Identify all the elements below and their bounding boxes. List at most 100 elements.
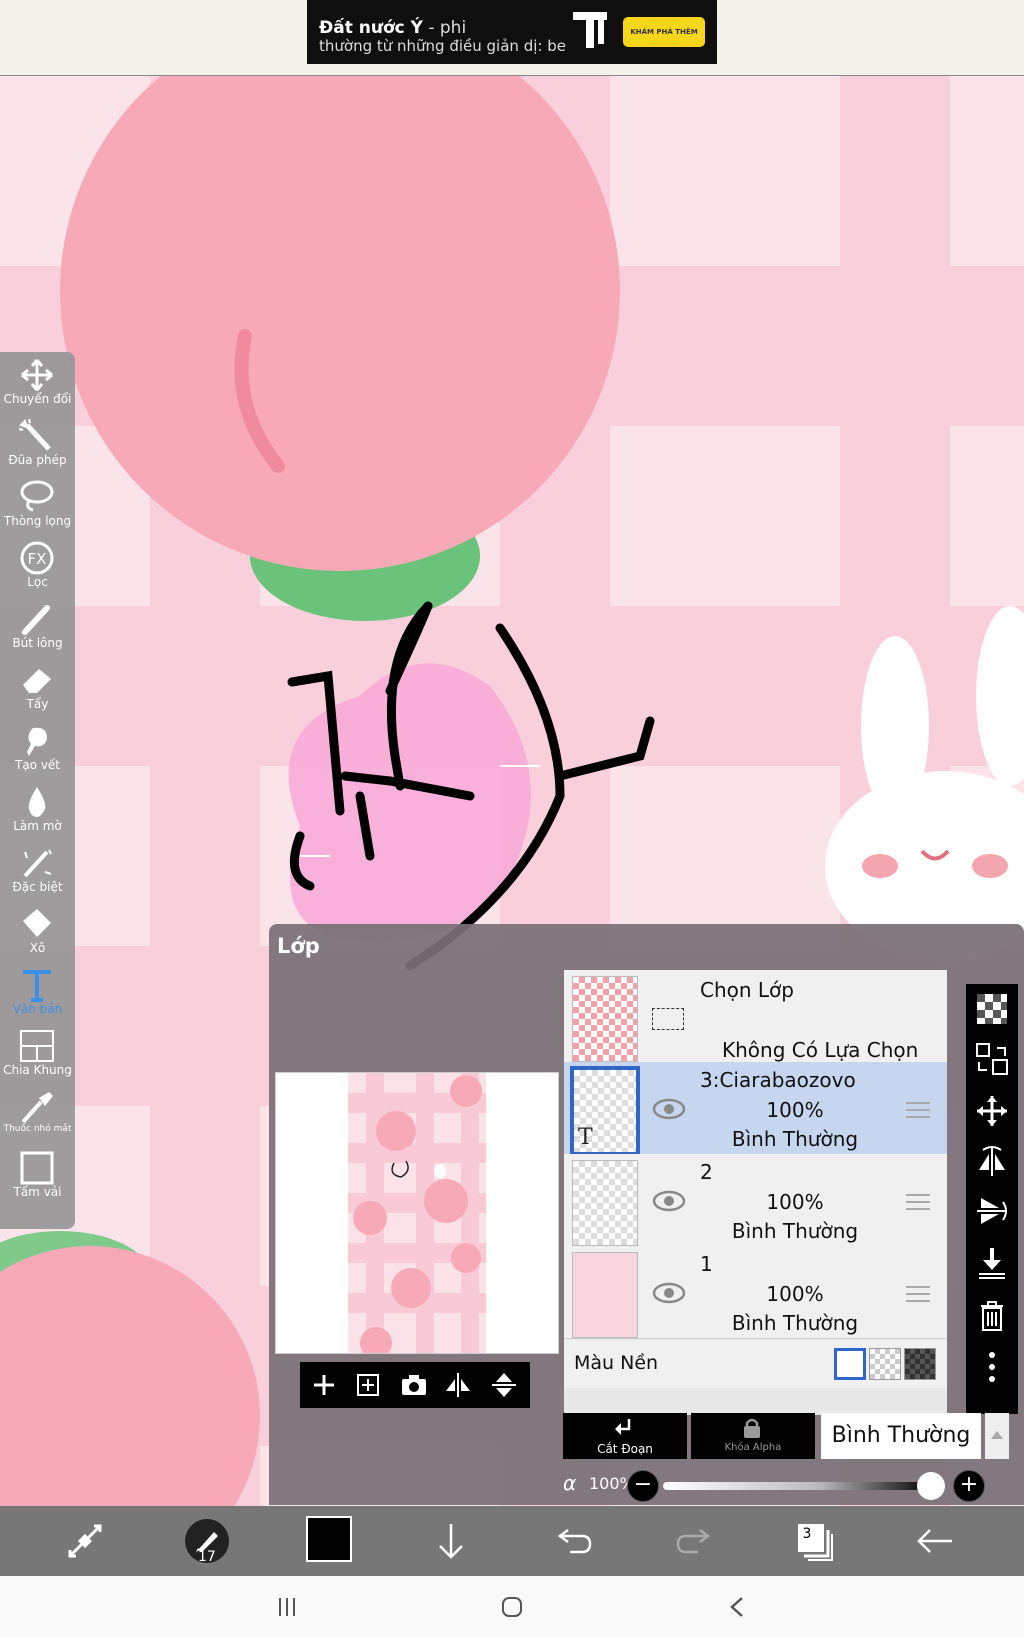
home-icon[interactable] <box>497 1592 527 1622</box>
layer-row-3[interactable]: T 3:Ciarabaozovo 100% Bình Thường <box>564 1062 947 1156</box>
tool-brush[interactable]: Bút lông <box>0 596 75 657</box>
layer-thumbnail <box>572 1160 638 1246</box>
blend-mode-select[interactable]: Bình Thường <box>821 1413 981 1459</box>
flip-layer-horizontal-button[interactable] <box>975 1144 1009 1178</box>
delete-layer-button[interactable] <box>975 1298 1009 1332</box>
drag-handle-icon[interactable] <box>906 1286 930 1302</box>
tool-label: Làm mờ <box>13 819 62 833</box>
layer-opacity: 100% <box>766 1282 824 1306</box>
ad-banner[interactable]: Đất nước Ý - phi thường từ những điều gi… <box>307 0 717 64</box>
tool-label: Đũa phép <box>8 453 67 467</box>
tool-text[interactable]: Văn bản <box>0 962 75 1023</box>
alpha-lock-button[interactable]: Khóa Alpha <box>691 1413 815 1459</box>
bottom-toolbar <box>0 1506 1024 1576</box>
alpha-symbol: α <box>563 1471 577 1495</box>
blur-drop-icon <box>28 787 46 817</box>
frame-divider-icon <box>20 1030 54 1062</box>
text-tool-icon <box>23 970 51 1002</box>
duplicate-layer-button[interactable] <box>352 1369 384 1401</box>
tool-label: Tấm vải <box>13 1185 62 1199</box>
background-transparent-swatch[interactable] <box>869 1348 901 1380</box>
tool-filter[interactable]: FX Lọc <box>0 535 75 596</box>
swap-layer-button[interactable] <box>975 1042 1009 1076</box>
smudge-icon <box>27 727 47 756</box>
move-layer-button[interactable] <box>975 1094 1009 1128</box>
tool-label: Chuyển đổi <box>3 392 72 406</box>
arrow-left-icon <box>917 1529 952 1553</box>
magic-wand-icon <box>19 419 51 451</box>
select-layer-label: Chọn Lớp <box>700 978 794 1002</box>
more-options-button[interactable] <box>975 1350 1009 1384</box>
tool-blur[interactable]: Làm mờ <box>0 779 75 840</box>
tool-label: Tạo vết <box>14 758 61 772</box>
color-swatch[interactable] <box>306 1516 352 1562</box>
background-dark-swatch[interactable] <box>904 1348 936 1380</box>
camera-button[interactable] <box>398 1369 430 1401</box>
tool-frame-divider[interactable]: Chia Khung <box>0 1023 75 1084</box>
preview-toolbar <box>300 1362 530 1408</box>
flip-horizontal-button[interactable] <box>442 1369 474 1401</box>
layer-actions-column <box>966 984 1018 1414</box>
canvas-preview[interactable] <box>275 1072 559 1354</box>
tool-smudge[interactable]: Tạo vết <box>0 718 75 779</box>
drag-handle-icon[interactable] <box>906 1102 930 1118</box>
transparency-button[interactable] <box>975 992 1009 1026</box>
redo-button[interactable] <box>672 1518 718 1564</box>
camera-icon <box>402 1375 426 1395</box>
flip-horizontal-icon <box>446 1373 470 1397</box>
layer-row-2[interactable]: 2 100% Bình Thường <box>564 1154 947 1247</box>
add-layer-button[interactable] <box>308 1369 340 1401</box>
opacity-slider[interactable] <box>663 1482 923 1490</box>
preview-image <box>348 1073 486 1353</box>
back-button[interactable] <box>912 1518 958 1564</box>
tool-eyedropper[interactable]: Thuốc nhỏ mắt <box>0 1084 75 1145</box>
tool-eraser[interactable]: Tẩy <box>0 657 75 718</box>
visibility-eye-icon[interactable] <box>652 1098 686 1120</box>
merge-down-button[interactable] <box>975 1246 1009 1280</box>
alpha-lock-label: Khóa Alpha <box>724 1442 782 1453</box>
selection-layer-row[interactable]: Chọn Lớp Không Có Lựa Chọn <box>564 970 947 1063</box>
panel-title: Lớp <box>277 934 320 958</box>
eyedropper-icon <box>21 1092 53 1124</box>
visibility-eye-icon[interactable] <box>652 1190 686 1212</box>
opacity-slider-knob[interactable] <box>917 1472 945 1500</box>
recent-apps-icon[interactable] <box>272 1592 302 1622</box>
blend-mode-arrow[interactable] <box>985 1413 1009 1459</box>
opacity-decrease-button[interactable]: − <box>627 1470 659 1502</box>
brush-icon <box>21 605 50 636</box>
opacity-increase-button[interactable]: + <box>953 1470 985 1502</box>
transform-button[interactable] <box>62 1518 108 1564</box>
layer-down-button[interactable] <box>428 1518 474 1564</box>
layer-row-1[interactable]: 1 100% Bình Thường <box>564 1246 947 1339</box>
clipping-button[interactable]: Cắt Đoạn <box>563 1413 687 1459</box>
tool-label: Thòng lọng <box>3 514 72 528</box>
flip-vertical-button[interactable] <box>488 1369 520 1401</box>
layer-opacity: 100% <box>766 1190 824 1214</box>
tool-special[interactable]: Đặc biệt <box>0 840 75 901</box>
background-color-label: Màu Nền <box>574 1352 659 1374</box>
checker-icon <box>977 994 1007 1024</box>
eraser-icon <box>23 669 51 693</box>
brush-size-value: 17 <box>198 1549 216 1565</box>
system-back-icon[interactable] <box>722 1592 752 1622</box>
background-white-swatch[interactable] <box>834 1348 866 1380</box>
arrow-down-icon <box>439 1524 463 1559</box>
opacity-row: α 100% − + <box>563 1467 1023 1503</box>
selection-marquee-icon <box>652 1008 684 1030</box>
ad-bar: Đất nước Ý - phi thường từ những điều gi… <box>0 0 1024 76</box>
ad-cta-button[interactable]: KHÁM PHÁ THÊM <box>623 17 705 47</box>
fx-filter-icon: FX <box>20 541 54 575</box>
tool-label: Đặc biệt <box>12 880 63 894</box>
trash-icon <box>981 1301 1003 1331</box>
tool-canvas[interactable]: Tấm vải <box>0 1145 75 1206</box>
tool-transform[interactable]: Chuyển đổi <box>0 352 75 413</box>
tool-magic-wand[interactable]: Đũa phép <box>0 413 75 474</box>
tool-lasso[interactable]: Thòng lọng <box>0 474 75 535</box>
visibility-eye-icon[interactable] <box>652 1282 686 1304</box>
flip-layer-vertical-button[interactable] <box>975 1194 1009 1228</box>
bucket-icon <box>23 909 51 937</box>
layer-name: 3:Ciarabaozovo <box>700 1068 856 1092</box>
tool-bucket[interactable]: Xô <box>0 901 75 962</box>
drag-handle-icon[interactable] <box>906 1194 930 1210</box>
undo-button[interactable] <box>550 1518 596 1564</box>
